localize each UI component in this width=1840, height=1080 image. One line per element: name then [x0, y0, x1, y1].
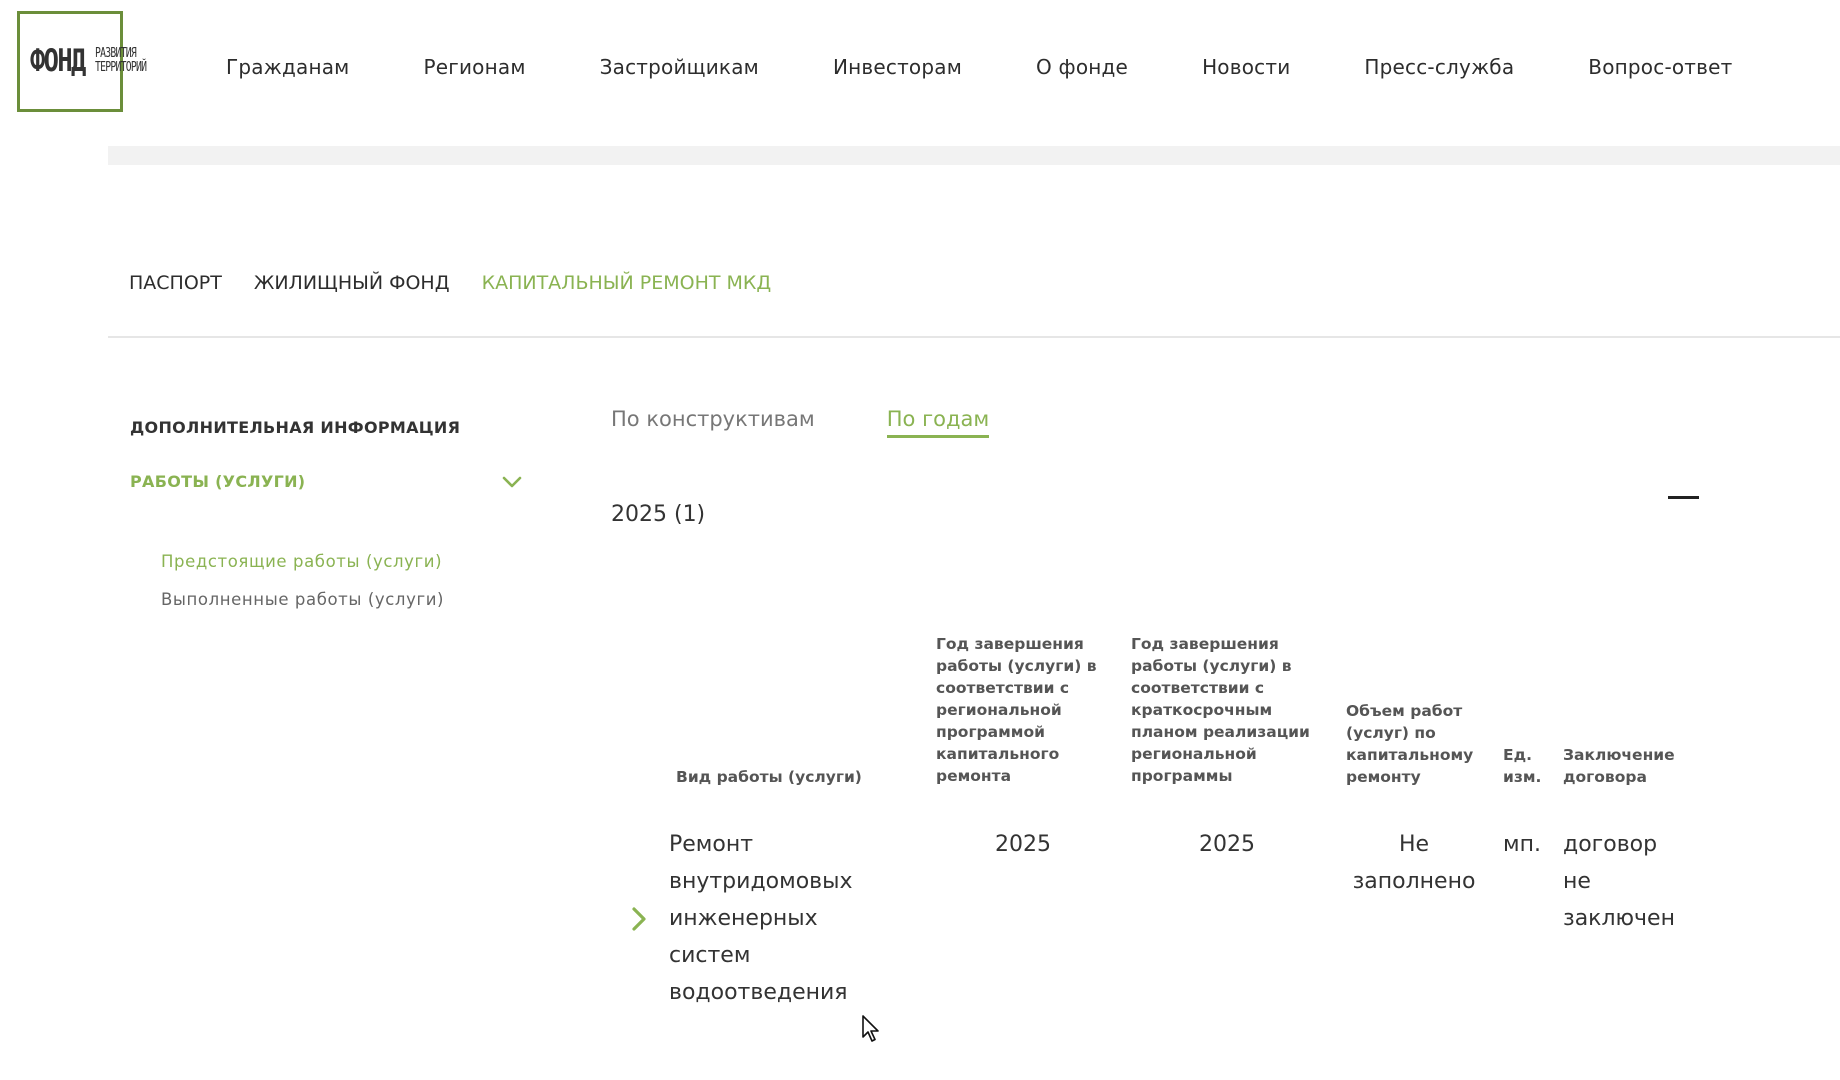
header-year-regional: Год завершения работы (услуги) в соответ…: [936, 635, 1097, 785]
cell-year-regional: 2025: [995, 832, 1051, 857]
section-tabs: ПАСПОРТ ЖИЛИЩНЫЙ ФОНД КАПИТАЛЬНЫЙ РЕМОНТ…: [129, 272, 803, 294]
sidebar-item-completed[interactable]: Выполненные работы (услуги): [161, 590, 444, 609]
nav-item-regions[interactable]: Регионам: [423, 55, 525, 79]
nav-item-news[interactable]: Новости: [1202, 55, 1290, 79]
tab-by-structure[interactable]: По конструктивам: [611, 407, 815, 438]
minus-icon[interactable]: [1668, 496, 1699, 499]
tab-capital-repair[interactable]: КАПИТАЛЬНЫЙ РЕМОНТ МКД: [482, 272, 772, 294]
header-year-short: Год завершения работы (услуги) в соответ…: [1131, 635, 1310, 785]
section-divider: [108, 336, 1840, 338]
header-unit: Ед. изм.: [1503, 746, 1542, 786]
tab-housing-fund[interactable]: ЖИЛИЩНЫЙ ФОНД: [254, 272, 450, 294]
chevron-right-icon[interactable]: [630, 905, 648, 933]
cell-contract: договор не заключен: [1563, 832, 1675, 931]
tab-by-years[interactable]: По годам: [886, 407, 990, 438]
sidebar-item-upcoming[interactable]: Предстоящие работы (услуги): [161, 552, 442, 571]
chevron-down-icon: [502, 476, 522, 487]
nav-item-faq[interactable]: Вопрос-ответ: [1588, 55, 1732, 79]
header-band: [108, 146, 1840, 165]
header-volume: Объем работ (услуг) по капитальному ремо…: [1346, 702, 1474, 786]
cell-year-short: 2025: [1199, 832, 1255, 857]
nav-item-investors[interactable]: Инвесторам: [833, 55, 962, 79]
logo-sub-line2: ТЕРРИТОРИЙ: [95, 60, 147, 75]
cell-volume: Не заполнено: [1352, 832, 1476, 894]
header-contract: Заключение договора: [1563, 746, 1675, 786]
logo-sub-text: РАЗВИТИЯ ТЕРРИТОРИЙ: [95, 46, 147, 75]
top-nav: Гражданам Регионам Застройщикам Инвестор…: [226, 55, 1807, 79]
cell-unit: мп.: [1503, 832, 1541, 857]
logo-sub-line1: РАЗВИТИЯ: [95, 46, 137, 61]
nav-item-press[interactable]: Пресс-служба: [1364, 55, 1514, 79]
sidebar-works-label: РАБОТЫ (УСЛУГИ): [130, 472, 306, 491]
cell-work-type: Ремонт внутридомовых инженерных систем в…: [669, 832, 853, 1005]
view-tabs: По конструктивам По годам: [611, 407, 1061, 438]
year-group-toggle[interactable]: 2025 (1): [611, 502, 705, 527]
tab-passport[interactable]: ПАСПОРТ: [129, 272, 222, 294]
sidebar-works-toggle[interactable]: РАБОТЫ (УСЛУГИ): [130, 472, 522, 491]
sidebar-title[interactable]: ДОПОЛНИТЕЛЬНАЯ ИНФОРМАЦИЯ: [130, 418, 460, 437]
nav-item-citizens[interactable]: Гражданам: [226, 55, 349, 79]
header-work-type: Вид работы (услуги): [676, 768, 862, 786]
logo-main-text: ФОНД: [30, 43, 86, 79]
nav-item-about[interactable]: О фонде: [1036, 55, 1128, 79]
nav-item-developers[interactable]: Застройщикам: [600, 55, 759, 79]
site-logo[interactable]: ФОНД РАЗВИТИЯ ТЕРРИТОРИЙ: [17, 11, 147, 112]
mouse-pointer-icon: [862, 1015, 879, 1042]
